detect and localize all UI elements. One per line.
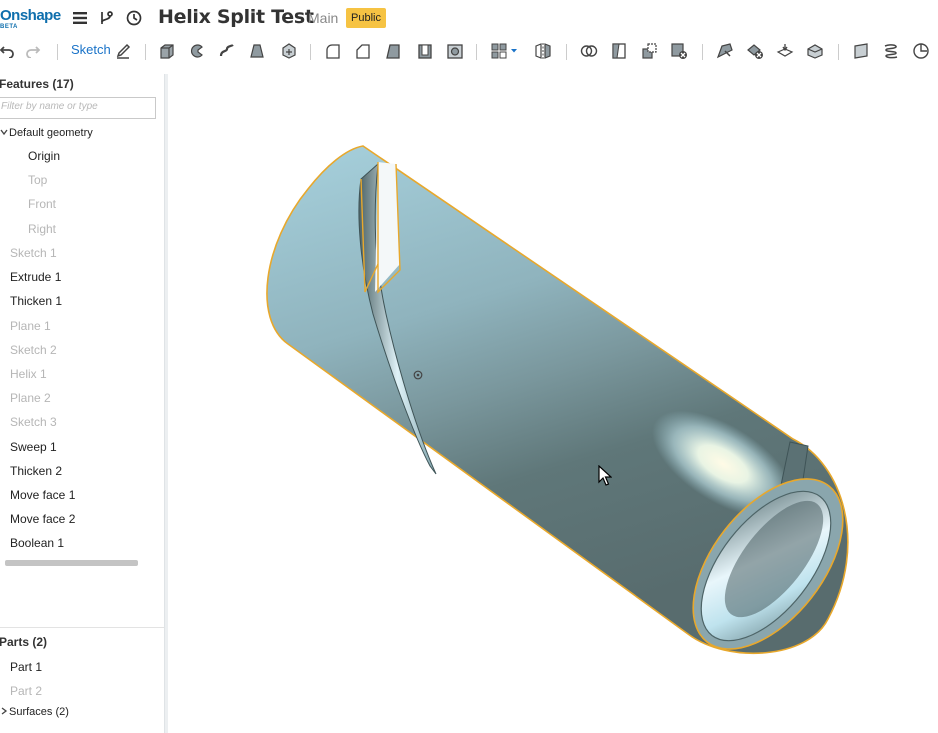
revolve-icon[interactable] (186, 40, 208, 62)
helix-icon[interactable] (880, 40, 902, 62)
feature-list-item[interactable]: Sketch 2 (10, 343, 57, 357)
replace-face-icon[interactable] (804, 40, 826, 62)
default-geometry-item[interactable]: Right (28, 222, 56, 236)
delete-part-icon[interactable] (668, 40, 690, 62)
move-face-icon[interactable] (714, 40, 736, 62)
chamfer-icon[interactable] (352, 40, 374, 62)
split-icon[interactable] (608, 40, 630, 62)
default-geometry-label: Default geometry (9, 127, 93, 139)
history-icon[interactable] (125, 9, 143, 27)
toolbar-separator (476, 44, 477, 60)
boolean-icon[interactable] (578, 40, 600, 62)
pattern-icon[interactable] (488, 40, 510, 62)
feature-list-item[interactable]: Thicken 1 (10, 294, 62, 308)
toolbar-separator (57, 44, 58, 60)
surfaces-label: Surfaces (2) (9, 706, 69, 718)
feature-list-item[interactable]: Extrude 1 (10, 270, 61, 284)
origin-marker-icon[interactable] (413, 370, 423, 380)
pattern-dropdown-icon[interactable] (508, 40, 520, 62)
logo-beta-tag: BETA (0, 24, 18, 30)
default-geometry-node[interactable]: Default geometry (0, 127, 93, 139)
graphics-viewport[interactable] (168, 74, 938, 733)
sketch-button[interactable]: Sketch (71, 42, 111, 57)
chevron-down-icon[interactable] (0, 128, 9, 138)
feature-list-item[interactable]: Sweep 1 (10, 440, 57, 454)
default-geometry-item[interactable]: Origin (28, 149, 60, 163)
toolbar-separator (838, 44, 839, 60)
sketch-pencil-icon[interactable] (112, 40, 134, 62)
branch-name[interactable]: Main (308, 10, 338, 26)
onshape-logo[interactable]: Onshape BETA (0, 7, 61, 33)
feature-list-scrollbar[interactable] (5, 560, 138, 566)
surfaces-node[interactable]: Surfaces (2) (0, 706, 69, 718)
sweep-icon[interactable] (216, 40, 238, 62)
transform-icon[interactable] (638, 40, 660, 62)
filter-placeholder: Filter by name or type (1, 101, 98, 112)
document-title[interactable]: Helix Split Test (158, 6, 314, 28)
loft-icon[interactable] (246, 40, 268, 62)
plane-icon[interactable] (850, 40, 872, 62)
feature-list-item[interactable]: Sketch 3 (10, 415, 57, 429)
feature-list-panel: Features (17) Filter by name or type Def… (0, 74, 164, 733)
shell-icon[interactable] (414, 40, 436, 62)
default-geometry-item[interactable]: Front (28, 197, 56, 211)
menu-icon[interactable] (71, 9, 89, 27)
undo-icon[interactable] (0, 40, 18, 62)
public-badge: Public (346, 8, 386, 28)
feature-list-item[interactable]: Sketch 1 (10, 246, 57, 260)
feature-list-item[interactable]: Move face 2 (10, 512, 75, 526)
chevron-right-icon[interactable] (0, 706, 9, 718)
feature-list-item[interactable]: Plane 1 (10, 319, 51, 333)
feature-filter-input[interactable]: Filter by name or type (0, 97, 156, 119)
mouse-cursor-icon (598, 465, 612, 486)
branch-icon[interactable] (97, 9, 115, 27)
feature-list-item[interactable]: Boolean 1 (10, 536, 64, 550)
draft-icon[interactable] (382, 40, 404, 62)
feature-list-item[interactable]: Helix 1 (10, 367, 47, 381)
toolbar-separator (310, 44, 311, 60)
feature-list-item[interactable]: Thicken 2 (10, 464, 62, 478)
fillet-icon[interactable] (322, 40, 344, 62)
default-geometry-item[interactable]: Top (28, 173, 47, 187)
part-list-item[interactable]: Part 2 (10, 684, 42, 698)
app-header: Onshape BETA Helix Split Test Main Publi… (0, 0, 938, 36)
offset-surface-icon[interactable] (774, 40, 796, 62)
delete-face-icon[interactable] (744, 40, 766, 62)
part-model[interactable] (168, 74, 938, 733)
thicken-icon[interactable] (278, 40, 300, 62)
redo-icon[interactable] (22, 40, 44, 62)
features-header[interactable]: Features (17) (0, 77, 74, 91)
part-list-item[interactable]: Part 1 (10, 660, 42, 674)
feature-list-item[interactable]: Plane 2 (10, 391, 51, 405)
toolbar-separator (145, 44, 146, 60)
mate-connector-icon[interactable] (910, 40, 932, 62)
mirror-icon[interactable] (532, 40, 554, 62)
parts-header[interactable]: Parts (2) (0, 635, 47, 649)
logo-text: Onshape (0, 7, 61, 24)
extrude-icon[interactable] (156, 40, 178, 62)
toolbar-separator (566, 44, 567, 60)
feature-toolbar: Sketch (0, 36, 938, 66)
parts-divider (0, 627, 164, 628)
toolbar-separator (702, 44, 703, 60)
feature-list-item[interactable]: Move face 1 (10, 488, 75, 502)
onshape-window: Onshape BETA Helix Split Test Main Publi… (0, 0, 938, 733)
hole-icon[interactable] (444, 40, 466, 62)
